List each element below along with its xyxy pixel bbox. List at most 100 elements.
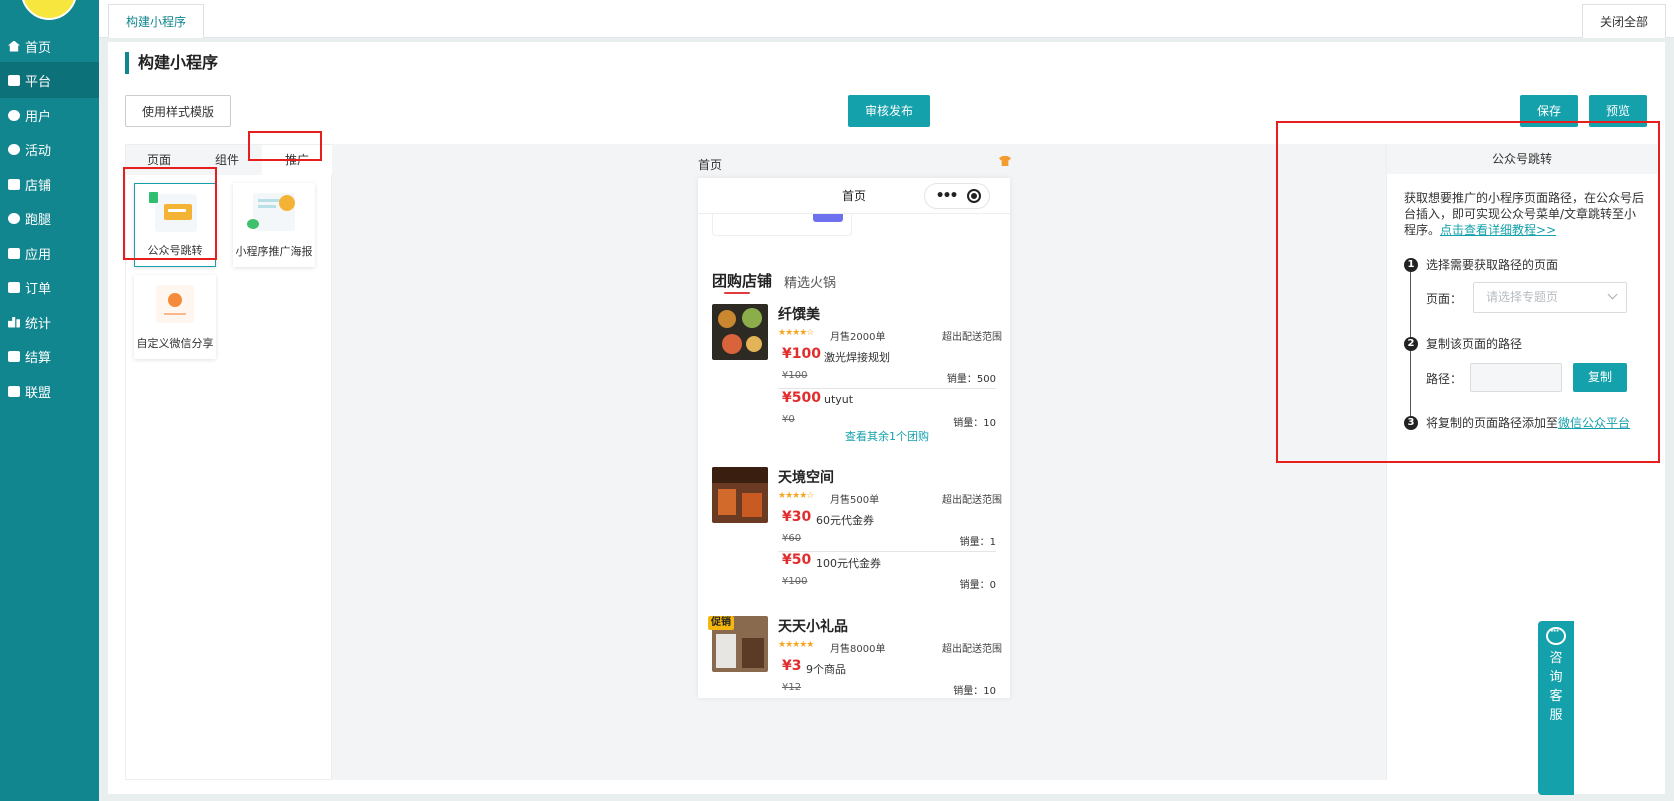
sidebar-item-label: 跑腿	[25, 212, 52, 228]
miniprogram-capsule: •••	[924, 183, 990, 209]
monitor-icon	[8, 74, 20, 86]
sidebar-item-label: 结算	[25, 350, 52, 366]
sidebar-item-label: 统计	[25, 316, 52, 332]
promo-badge: 促销	[708, 616, 734, 630]
sidebar-item-label: 联盟	[25, 385, 52, 401]
sidebar-item-label: 应用	[25, 247, 52, 263]
deal-sales: 销量：1	[959, 537, 996, 548]
order-icon	[8, 281, 20, 293]
page-title: 构建小程序	[125, 52, 218, 74]
close-target-icon	[967, 189, 981, 203]
sidebar-item-label: 首页	[25, 40, 52, 56]
customer-service-widget[interactable]: 咨询客服	[1538, 621, 1574, 795]
use-template-button[interactable]: 使用样式模版	[125, 95, 231, 127]
deal-name: 60元代金券	[816, 514, 874, 527]
home-icon	[8, 40, 20, 52]
phone-preview[interactable]: 首页 ••• 团购店铺 精选火锅 纤馔美 ★★★★☆ 月售2000单 超出配送范…	[698, 178, 1010, 698]
shop-image	[712, 467, 768, 523]
preview-page-label: 首页	[698, 158, 723, 172]
highlight-settings-panel	[1276, 121, 1660, 463]
rating-stars: ★★★★☆	[778, 328, 814, 338]
deal-item[interactable]: ¥100 激光焊接规划 ¥100 销量：500	[778, 346, 996, 389]
active-tab-underline	[724, 292, 750, 294]
sidebar-item-label: 订单	[25, 281, 52, 297]
component-custom-wechat-share[interactable]: 自定义微信分享	[134, 275, 216, 359]
tab-build-miniprogram[interactable]: 构建小程序	[108, 4, 205, 38]
sidebar-item-alliance[interactable]: 联盟	[0, 373, 99, 409]
delivery-status: 超出配送范围	[942, 644, 1002, 655]
theme-shirt-icon[interactable]	[999, 156, 1011, 166]
component-miniprogram-poster[interactable]: 小程序推广海报	[233, 183, 315, 267]
deal-name: 100元代金券	[816, 557, 881, 570]
sidebar-item-platform[interactable]: 平台	[0, 62, 99, 98]
avatar[interactable]	[21, 0, 77, 20]
component-label: 小程序推广海报	[235, 245, 313, 258]
previous-component-remnant	[712, 214, 852, 236]
highlight-official-account-component	[123, 167, 217, 260]
original-price: ¥0	[782, 414, 795, 425]
monthly-sales: 月售500单	[830, 495, 880, 506]
bike-icon	[8, 212, 20, 224]
bar-chart-icon	[8, 316, 20, 328]
deal-item[interactable]: ¥50 100元代金券 ¥100 销量：0	[778, 552, 996, 595]
monthly-sales: 月售8000单	[830, 644, 886, 655]
preview-canvas: 首页 首页 ••• 团购店铺 精选火锅 纤馔美 ★★★★☆ 月售2000单 超出…	[332, 144, 1386, 780]
tab-hotpot[interactable]: 精选火锅	[784, 272, 836, 291]
tab-groupbuy-stores[interactable]: 团购店铺	[712, 270, 772, 291]
sidebar-item-settlement[interactable]: 结算	[0, 338, 99, 374]
deal-price: ¥3	[782, 658, 802, 674]
rating-stars: ★★★★☆	[778, 491, 814, 501]
view-more-deals-link[interactable]: 查看其余1个团购	[778, 428, 996, 444]
phone-title: 首页	[841, 189, 866, 203]
shop-name: 天境空间	[778, 470, 834, 486]
chat-bubble-icon	[8, 143, 20, 155]
deal-price: ¥500	[782, 390, 821, 406]
deal-item[interactable]: ¥3 9个商品 ¥12 销量：10	[778, 658, 996, 698]
deal-sales: 销量：10	[953, 418, 996, 429]
shop-card[interactable]: 纤馔美 ★★★★☆ 月售2000单 超出配送范围 ¥100 激光焊接规划 ¥10…	[712, 304, 1002, 444]
sidebar-item-orders[interactable]: 订单	[0, 269, 99, 305]
close-all-tabs-button[interactable]: 关闭全部	[1581, 4, 1666, 38]
deal-item[interactable]: ¥30 60元代金券 ¥60 销量：1	[778, 509, 996, 552]
rating-stars: ★★★★★	[778, 640, 814, 650]
original-price: ¥100	[782, 370, 808, 381]
more-dots-icon: •••	[935, 188, 959, 204]
sidebar-item-apps[interactable]: 应用	[0, 235, 99, 271]
sidebar-item-label: 店铺	[25, 178, 52, 194]
delivery-status: 超出配送范围	[942, 495, 1002, 506]
wechat-share-icon	[156, 285, 194, 323]
store-icon	[8, 178, 20, 190]
deal-price: ¥30	[782, 509, 812, 525]
deal-name: 9个商品	[806, 663, 846, 676]
deal-name: utyut	[824, 393, 854, 406]
sidebar-item-store[interactable]: 店铺	[0, 166, 99, 202]
sidebar-item-stats[interactable]: 统计	[0, 304, 99, 340]
publish-button[interactable]: 审核发布	[848, 95, 930, 127]
shop-name: 纤馔美	[778, 307, 820, 323]
deal-item[interactable]: ¥500 utyut ¥0 销量：10	[778, 390, 996, 433]
user-icon	[8, 109, 20, 121]
sidebar-item-label: 活动	[25, 143, 52, 159]
groupbuy-section-header: 团购店铺 精选火锅	[712, 270, 1002, 294]
sidebar-item-activity[interactable]: 活动	[0, 131, 99, 167]
sidebar-item-users[interactable]: 用户	[0, 97, 99, 133]
content-panel: 构建小程序 使用样式模版 审核发布 保存 预览 页面 组件 推广 公众号跳转 小…	[108, 42, 1665, 794]
tab-bar: 构建小程序 关闭全部	[99, 0, 1674, 38]
sidebar-item-label: 用户	[25, 109, 52, 125]
delivery-status: 超出配送范围	[942, 332, 1002, 343]
sidebar-item-label: 平台	[25, 74, 52, 90]
sidebar-item-errand[interactable]: 跑腿	[0, 200, 99, 236]
deal-sales: 销量：0	[959, 580, 996, 591]
shop-card[interactable]: 天境空间 ★★★★☆ 月售500单 超出配送范围 ¥30 60元代金券 ¥60 …	[712, 467, 1002, 591]
poster-icon	[247, 193, 295, 231]
monthly-sales: 月售2000单	[830, 332, 886, 343]
original-price: ¥100	[782, 576, 808, 587]
deal-sales: 销量：500	[946, 374, 996, 385]
shop-image	[712, 304, 768, 360]
app-icon	[8, 247, 20, 259]
customer-service-label: 咨询客服	[1549, 651, 1563, 723]
shop-card[interactable]: 促销 天天小礼品 ★★★★★ 月售8000单 超出配送范围 ¥3 9个商品 ¥1…	[708, 616, 1002, 698]
sidebar: 首页 平台 用户 活动 店铺 跑腿 应用 订单 统计 结算 联盟	[0, 0, 99, 801]
alliance-icon	[8, 385, 20, 397]
sidebar-item-home[interactable]: 首页	[0, 28, 99, 64]
